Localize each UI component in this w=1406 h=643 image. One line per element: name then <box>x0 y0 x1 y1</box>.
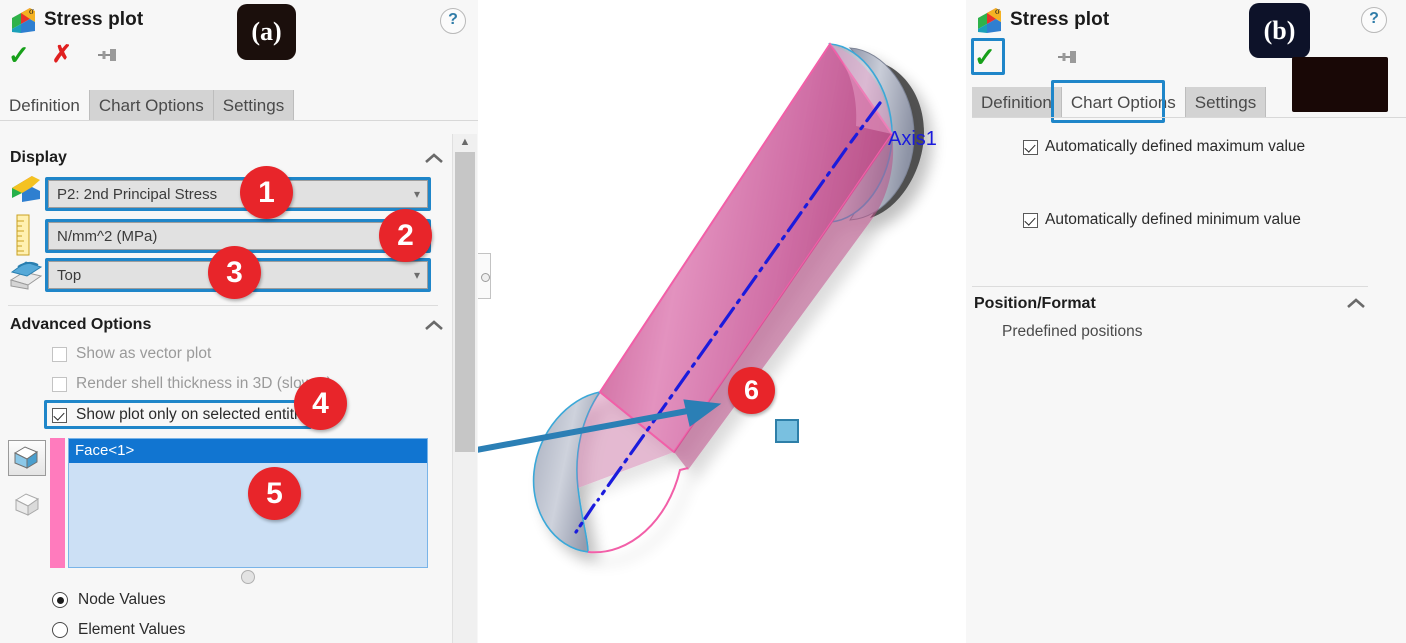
advanced-options-title: Advanced Options <box>10 316 152 333</box>
right-panel-actions: ✓ <box>974 44 1080 70</box>
right-property-panel: σ Stress plot ✓ ? (b) Definition Chart O… <box>966 0 1406 643</box>
render-shell-thickness-checkbox[interactable] <box>52 376 67 392</box>
render-shell-thickness-label: Render shell thickness in 3D (slower) <box>76 375 332 392</box>
callout-6: 6 <box>728 367 775 414</box>
show-plot-selected-entities-label: Show plot only on selected entities <box>76 406 314 423</box>
callout-4: 4 <box>294 377 347 430</box>
page-title: Stress plot <box>1010 9 1110 30</box>
predefined-positions-label: Predefined positions <box>1002 323 1143 340</box>
selection-color-bar <box>50 438 65 568</box>
callout-5: 5 <box>248 467 301 520</box>
ok-check-icon[interactable]: ✓ <box>8 42 30 68</box>
cube-solid-icon <box>13 446 39 469</box>
tab-settings[interactable]: Settings <box>213 90 295 121</box>
units-ruler-icon <box>16 214 30 256</box>
figure-label-b: (b) <box>1249 3 1310 58</box>
auto-max-label: Automatically defined maximum value <box>1045 138 1306 155</box>
show-vector-plot-checkbox[interactable] <box>52 346 67 362</box>
page-title: Stress plot <box>44 9 144 30</box>
shells-filter-button[interactable] <box>10 488 44 524</box>
units-value: N/mm^2 (MPa) <box>57 227 158 245</box>
svg-text:σ: σ <box>995 6 1000 16</box>
scroll-up-arrow-icon[interactable]: ▲ <box>453 134 477 150</box>
tab-settings[interactable]: Settings <box>1185 87 1267 118</box>
plot-location-icon <box>9 261 43 290</box>
resize-grip[interactable] <box>241 570 255 584</box>
left-panel-scrollbar[interactable]: ▲ <box>452 134 477 643</box>
help-button[interactable]: ? <box>440 8 466 34</box>
element-values-radio[interactable] <box>52 622 68 638</box>
left-panel-header: σ Stress plot ✓ ✗ ? (a) <box>0 0 478 88</box>
display-collapse-chevron-icon[interactable] <box>424 152 444 165</box>
element-values-label: Element Values <box>78 621 186 638</box>
stress-component-combo[interactable]: P2: 2nd Principal Stress ▾ <box>48 180 428 208</box>
display-section-title: Display <box>10 149 67 166</box>
axis-label: Axis1 <box>888 128 937 150</box>
left-panel-tabs: Definition Chart Options Settings <box>0 89 295 121</box>
solid-bodies-filter-button[interactable] <box>8 440 46 476</box>
node-values-label: Node Values <box>78 591 166 608</box>
callout-3: 3 <box>208 246 261 299</box>
chevron-down-icon: ▾ <box>413 268 421 282</box>
selection-marker[interactable] <box>775 419 799 443</box>
tab-definition[interactable]: Definition <box>0 90 90 121</box>
section-divider <box>8 305 438 306</box>
auto-min-row[interactable]: Automatically defined minimum value <box>1023 211 1301 229</box>
tab-chart-options[interactable]: Chart Options <box>89 90 214 121</box>
left-property-panel: σ Stress plot ✓ ✗ ? (a) Definition Chart… <box>0 0 479 643</box>
show-vector-plot-label: Show as vector plot <box>76 345 212 362</box>
ok-check-icon[interactable]: ✓ <box>974 44 996 70</box>
tab-underline <box>0 120 478 121</box>
stress-plot-icon: σ <box>12 6 35 33</box>
stress-plot-icon: σ <box>978 6 1001 33</box>
svg-text:σ: σ <box>29 6 34 16</box>
pin-icon[interactable] <box>1054 48 1080 66</box>
graphics-viewport[interactable]: Z Y X Axis1 6 <box>478 0 966 643</box>
callout-2: 2 <box>379 209 432 262</box>
callout-1: 1 <box>240 166 293 219</box>
show-plot-selected-entities-row[interactable]: Show plot only on selected entities <box>52 406 314 424</box>
selected-entities-list[interactable]: Face<1> <box>68 438 428 568</box>
right-panel-header: σ Stress plot ✓ ? (b) <box>966 0 1406 112</box>
scrollbar-thumb[interactable] <box>455 152 475 452</box>
auto-max-checkbox[interactable] <box>1023 139 1038 155</box>
stress-component-icon <box>12 176 40 202</box>
node-values-row[interactable]: Node Values <box>52 591 166 609</box>
figure-label-a: (a) <box>237 4 296 60</box>
list-item[interactable]: Face<1> <box>69 439 427 463</box>
cylinder-model-3d[interactable]: Z Y X <box>478 0 966 643</box>
advanced-collapse-chevron-icon[interactable] <box>424 319 444 332</box>
cancel-cross-icon[interactable]: ✗ <box>52 43 72 67</box>
left-panel-actions: ✓ ✗ <box>8 42 120 68</box>
chevron-down-icon: ▾ <box>413 187 421 201</box>
position-format-collapse-chevron-icon[interactable] <box>1346 297 1366 310</box>
tab-definition[interactable]: Definition <box>972 87 1062 118</box>
auto-max-row[interactable]: Automatically defined maximum value <box>1023 138 1305 156</box>
element-values-row[interactable]: Element Values <box>52 621 185 639</box>
tab-underline <box>972 117 1406 118</box>
auto-min-checkbox[interactable] <box>1023 212 1038 228</box>
tab-chart-options[interactable]: Chart Options <box>1061 87 1186 118</box>
show-vector-plot-row[interactable]: Show as vector plot <box>52 345 211 363</box>
position-format-title: Position/Format <box>974 295 1096 312</box>
show-plot-selected-entities-checkbox[interactable] <box>52 407 67 423</box>
pin-icon[interactable] <box>94 46 120 64</box>
help-button[interactable]: ? <box>1361 7 1387 33</box>
right-panel-tabs: Definition Chart Options Settings <box>972 86 1267 118</box>
section-divider <box>972 286 1368 287</box>
node-values-radio[interactable] <box>52 592 68 608</box>
cube-outline-icon <box>14 493 40 516</box>
stress-component-value: P2: 2nd Principal Stress <box>57 185 218 203</box>
redaction-box <box>1292 57 1388 112</box>
auto-min-label: Automatically defined minimum value <box>1045 211 1301 228</box>
render-shell-thickness-row[interactable]: Render shell thickness in 3D (slower) <box>52 375 332 393</box>
